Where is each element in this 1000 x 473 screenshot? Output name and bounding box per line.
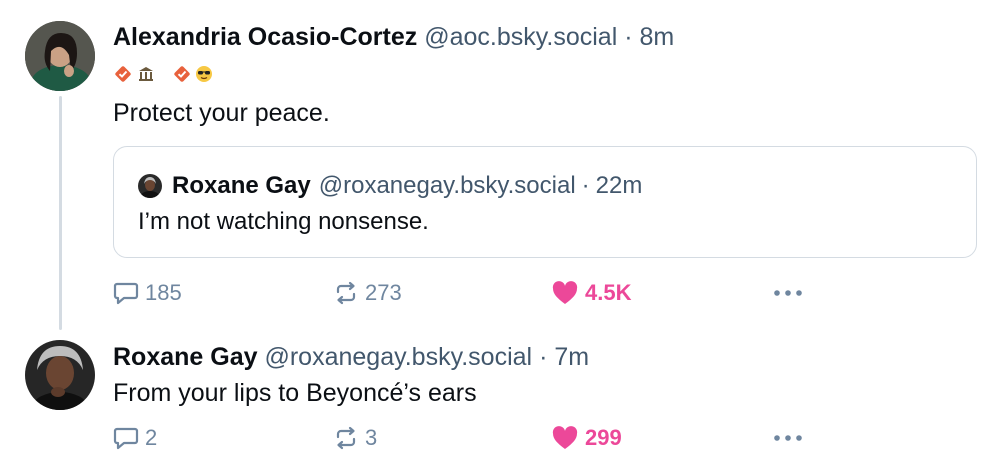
quoted-timestamp[interactable]: 22m — [596, 172, 643, 200]
ellipsis-icon — [774, 435, 802, 441]
repost-icon — [336, 281, 356, 305]
separator-dot: · — [539, 343, 548, 371]
avatar[interactable] — [25, 340, 95, 410]
reply-button[interactable]: 2 — [113, 423, 157, 453]
bank-icon — [136, 64, 156, 84]
post-text: Protect your peace. — [113, 99, 330, 127]
reply-icon — [113, 282, 139, 305]
reply-button[interactable]: 185 — [113, 278, 182, 308]
repost-icon — [336, 426, 356, 450]
separator-dot: · — [581, 172, 590, 199]
repost-button[interactable]: 3 — [333, 423, 377, 453]
post-actions: 2 3 299 — [113, 423, 813, 453]
like-count: 4.5K — [585, 280, 632, 305]
repost-count: 273 — [365, 280, 402, 305]
heart-icon — [552, 281, 578, 304]
post-roxane[interactable]: Roxane Gay @roxanegay.bsky.social · 7m F… — [0, 330, 1000, 473]
repost-button[interactable]: 273 — [333, 278, 402, 308]
sunglasses-emoji-icon — [194, 64, 214, 84]
avatar-image — [25, 21, 95, 91]
like-count: 299 — [585, 425, 622, 450]
post-timestamp[interactable]: 8m — [640, 23, 675, 51]
quoted-author-name[interactable]: Roxane Gay — [172, 172, 311, 200]
quoted-post-text: I’m not watching nonsense. — [138, 208, 429, 235]
verified-check-icon — [172, 64, 192, 84]
verified-check-icon — [113, 64, 133, 84]
post-text: From your lips to Beyoncé’s ears — [113, 379, 477, 407]
avatar-image — [25, 340, 95, 410]
post-aoc[interactable]: Alexandria Ocasio-Cortez @aoc.bsky.socia… — [0, 0, 1000, 330]
ellipsis-icon — [774, 290, 802, 296]
separator-dot: · — [624, 23, 633, 51]
like-button[interactable]: 299 — [551, 423, 622, 453]
heart-icon — [552, 426, 578, 449]
quoted-avatar — [138, 174, 162, 198]
post-header: Roxane Gay @roxanegay.bsky.social · 7m — [113, 342, 589, 372]
repost-count: 3 — [365, 425, 378, 450]
author-handle[interactable]: @aoc.bsky.social — [424, 23, 617, 51]
quoted-post[interactable]: Roxane Gay @roxanegay.bsky.social · 22m … — [113, 146, 977, 258]
more-options-button[interactable] — [773, 423, 803, 453]
post-header: Alexandria Ocasio-Cortez @aoc.bsky.socia… — [113, 22, 674, 52]
post-actions: 185 273 4.5K — [113, 278, 813, 308]
profile-badges — [113, 64, 214, 84]
author-name[interactable]: Roxane Gay — [113, 343, 258, 371]
quoted-post-header: Roxane Gay @roxanegay.bsky.social · 22m — [138, 171, 642, 201]
reply-icon — [113, 427, 139, 450]
reply-count: 185 — [145, 280, 182, 305]
avatar[interactable] — [25, 21, 95, 91]
author-handle[interactable]: @roxanegay.bsky.social — [264, 343, 532, 371]
quoted-author-handle[interactable]: @roxanegay.bsky.social — [319, 172, 576, 200]
like-button[interactable]: 4.5K — [551, 278, 631, 308]
reply-count: 2 — [145, 425, 158, 450]
more-options-button[interactable] — [773, 278, 803, 308]
author-name[interactable]: Alexandria Ocasio-Cortez — [113, 23, 417, 51]
post-timestamp[interactable]: 7m — [554, 343, 589, 371]
